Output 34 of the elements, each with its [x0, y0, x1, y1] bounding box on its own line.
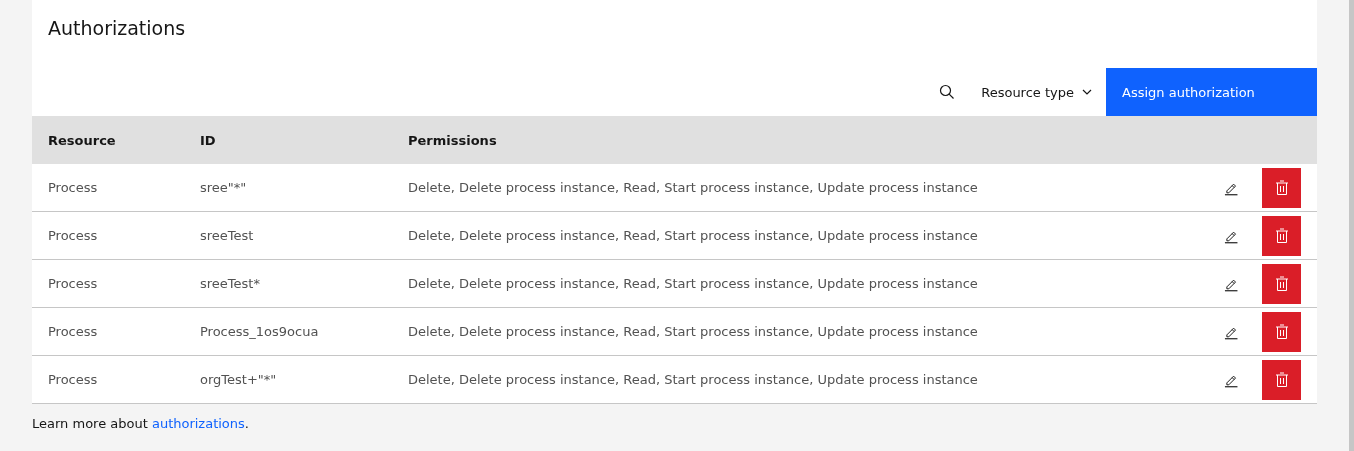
delete-button[interactable] — [1262, 311, 1301, 352]
table-cell-text: Process — [47, 228, 99, 243]
table-cell-text: sree"*" — [199, 180, 248, 195]
trash-icon — [1274, 371, 1289, 388]
column-header: Resource — [47, 132, 117, 148]
table-cell-text: sreeTest — [199, 228, 255, 243]
delete-button[interactable] — [1262, 215, 1301, 256]
table-cell-text: Delete, Delete process instance, Read, Start process instance, Update process instance — [407, 276, 979, 291]
delete-button[interactable] — [1262, 263, 1301, 304]
table-cell-text: orgTest+"*" — [199, 372, 278, 387]
table-cell-text: Process — [47, 372, 99, 387]
page-title: Authorizations — [47, 16, 187, 41]
table-cell-text: Delete, Delete process instance, Read, Start process instance, Update process instance — [407, 372, 979, 387]
table-cell-text: Process — [47, 180, 99, 195]
table-cell-text: Delete, Delete process instance, Read, Start process instance, Update process instance — [407, 228, 979, 243]
table-cell-text: sreeTest* — [199, 276, 261, 291]
trash-icon — [1274, 179, 1289, 196]
trash-icon — [1274, 227, 1289, 244]
column-header: Permissions — [407, 132, 498, 148]
table-cell-text: Process — [47, 276, 99, 291]
column-header: ID — [199, 132, 217, 148]
table-cell-text: Process_1os9ocua — [199, 324, 320, 339]
learn-more-text: Learn more about authorizations. — [32, 416, 250, 431]
table-cell-text: Delete, Delete process instance, Read, Start process instance, Update process instance — [407, 180, 979, 195]
delete-button[interactable] — [1262, 359, 1301, 400]
authorizations-link[interactable]: authorizations — [151, 416, 245, 431]
trash-icon — [1274, 323, 1289, 340]
assign-authorization-button[interactable]: Assign authorization — [1106, 68, 1317, 116]
search-icon[interactable] — [939, 84, 956, 100]
delete-button[interactable] — [1262, 167, 1301, 208]
table-cell-text: Process — [47, 324, 99, 339]
table-cell-text: Delete, Delete process instance, Read, Start process instance, Update process instance — [407, 324, 979, 339]
resource-type-dropdown[interactable]: Resource type — [981, 68, 1106, 116]
trash-icon — [1274, 275, 1289, 292]
